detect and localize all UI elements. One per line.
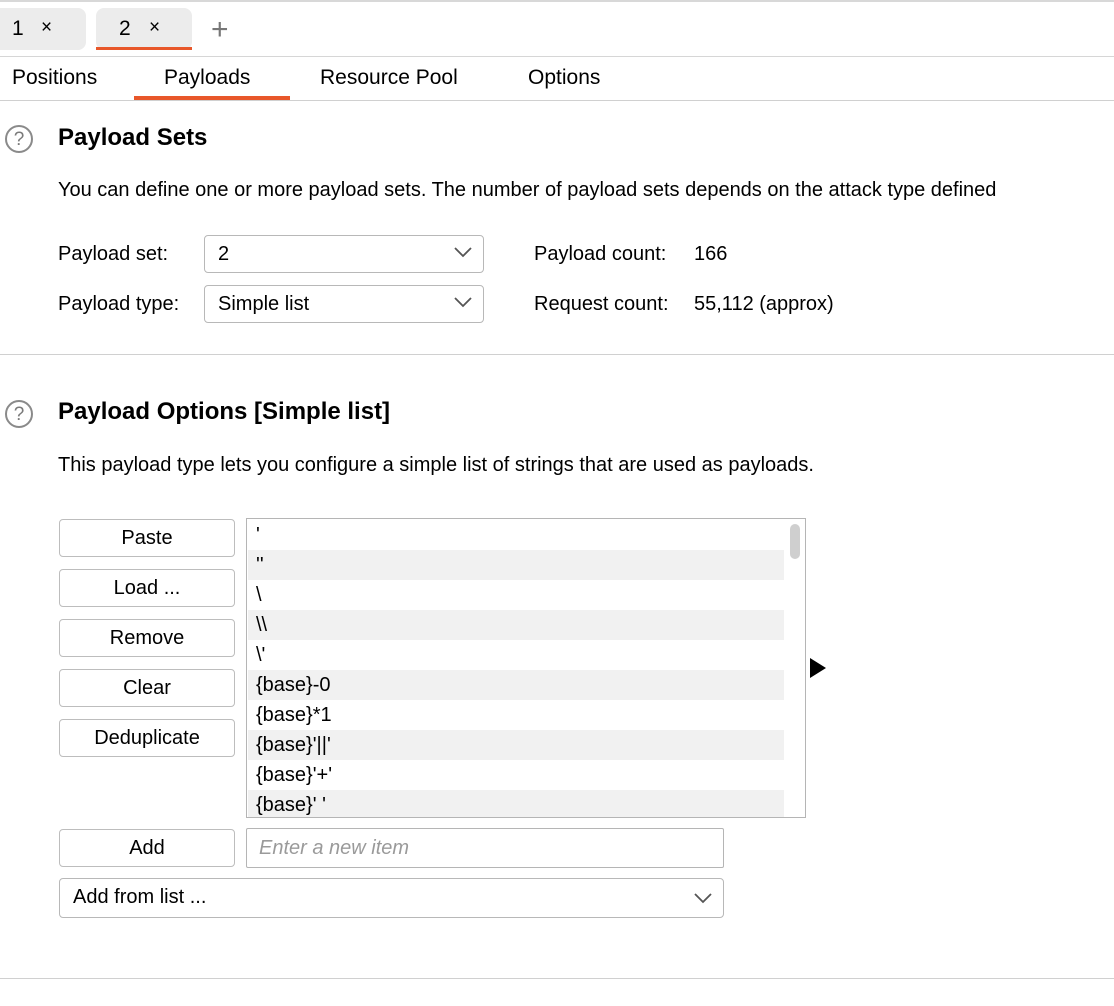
request-count-value: 55,112 (approx): [694, 293, 834, 315]
list-item[interactable]: {base}'||': [248, 730, 784, 760]
tab-payloads[interactable]: Payloads: [164, 66, 250, 90]
payload-sets-description: You can define one or more payload sets.…: [58, 179, 997, 201]
list-item[interactable]: {base}*1: [248, 700, 784, 730]
payload-set-value: 2: [218, 243, 230, 265]
payload-set-label: Payload set:: [58, 243, 169, 265]
instance-tab-label: 2: [119, 17, 131, 40]
payload-type-select[interactable]: Simple list: [204, 285, 484, 323]
deduplicate-button[interactable]: Deduplicate: [59, 719, 235, 757]
chevron-down-icon: [454, 297, 472, 308]
remove-button[interactable]: Remove: [59, 619, 235, 657]
divider: [0, 978, 1114, 979]
help-icon[interactable]: ?: [5, 400, 33, 428]
list-item[interactable]: {base}-0: [248, 670, 784, 700]
divider: [0, 100, 1114, 101]
help-icon[interactable]: ?: [5, 125, 33, 153]
list-item[interactable]: \: [248, 580, 784, 610]
instance-tab-2[interactable]: 2 ×: [96, 8, 192, 50]
instance-tab-label: 1: [12, 17, 24, 40]
add-from-list-select[interactable]: Add from list ...: [59, 878, 724, 918]
request-count-label: Request count:: [534, 293, 669, 315]
close-icon[interactable]: ×: [149, 17, 160, 39]
clear-button[interactable]: Clear: [59, 669, 235, 707]
active-tab-indicator: [96, 47, 192, 50]
list-item[interactable]: \': [248, 640, 784, 670]
payload-set-select[interactable]: 2: [204, 235, 484, 273]
paste-button[interactable]: Paste: [59, 519, 235, 557]
load-button[interactable]: Load ...: [59, 569, 235, 607]
tab-resource-pool[interactable]: Resource Pool: [320, 66, 458, 90]
list-item[interactable]: '': [248, 550, 784, 580]
chevron-down-icon: [454, 247, 472, 258]
chevron-down-icon: [694, 893, 712, 904]
list-item[interactable]: ': [248, 520, 784, 550]
divider: [0, 354, 1114, 355]
instance-tab-1[interactable]: 1 ×: [0, 8, 86, 50]
list-item[interactable]: \\: [248, 610, 784, 640]
list-item[interactable]: {base}' ': [248, 790, 784, 817]
payload-type-label: Payload type:: [58, 293, 180, 315]
payload-count-value: 166: [694, 243, 728, 265]
divider: [0, 56, 1114, 57]
payload-count-label: Payload count:: [534, 243, 667, 265]
expand-arrow-icon[interactable]: [810, 658, 826, 678]
list-item[interactable]: {base}'+': [248, 760, 784, 790]
tab-options[interactable]: Options: [528, 66, 600, 90]
tab-positions[interactable]: Positions: [12, 66, 97, 90]
add-tab-icon[interactable]: +: [211, 13, 229, 47]
payload-type-value: Simple list: [218, 293, 310, 315]
payload-options-title: Payload Options [Simple list]: [58, 398, 391, 425]
close-icon[interactable]: ×: [41, 17, 52, 39]
add-button[interactable]: Add: [59, 829, 235, 867]
payload-sets-title: Payload Sets: [58, 124, 208, 151]
payload-list[interactable]: ' '' \ \\ \' {base}-0 {base}*1 {base}'||…: [246, 518, 806, 818]
add-from-list-value: Add from list ...: [73, 886, 207, 908]
new-item-input[interactable]: [246, 828, 724, 868]
scrollbar-thumb[interactable]: [790, 524, 800, 559]
payload-options-description: This payload type lets you configure a s…: [58, 454, 814, 476]
